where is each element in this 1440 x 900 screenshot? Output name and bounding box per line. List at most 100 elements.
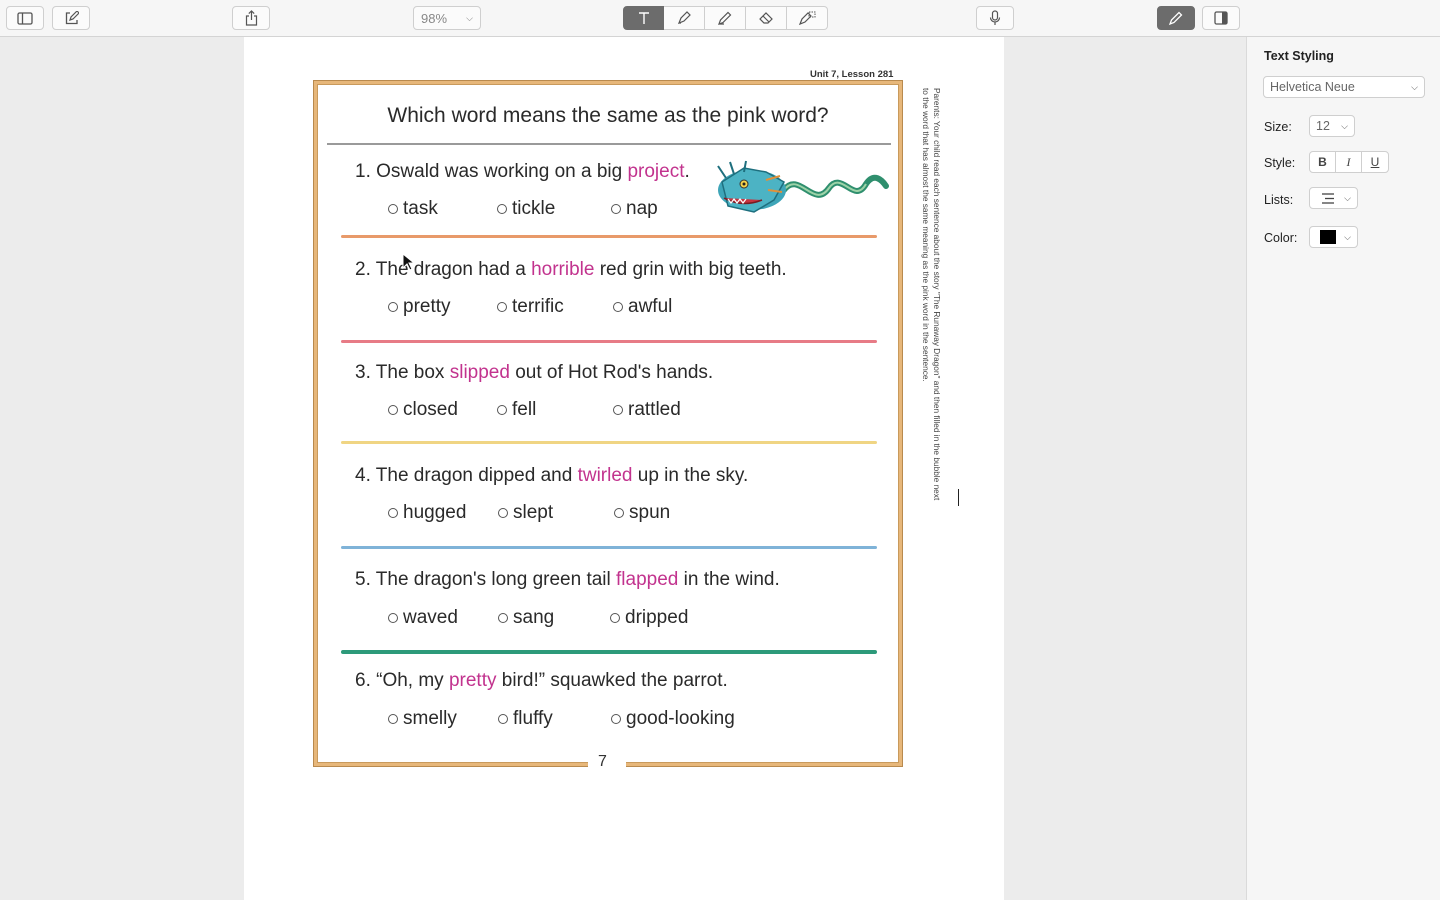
option-waved[interactable]: waved — [388, 607, 458, 629]
bubble-icon — [614, 508, 624, 518]
option-dripped[interactable]: dripped — [610, 607, 688, 629]
microphone-icon — [989, 10, 1001, 25]
bubble-icon — [498, 508, 508, 518]
pen-tool-button[interactable] — [705, 6, 746, 30]
title-divider — [327, 143, 891, 145]
zoom-select[interactable]: 98% ⌵ — [413, 6, 481, 30]
text-tool-button[interactable] — [623, 6, 664, 30]
sidebar-toggle-button[interactable] — [6, 6, 44, 30]
mouse-pointer-icon — [402, 253, 414, 271]
lasso-icon — [798, 11, 816, 26]
text-tool-icon — [638, 12, 649, 24]
chevron-down-icon: ⌵ — [1344, 192, 1351, 203]
pink-word: slipped — [449, 362, 510, 383]
option-terrific[interactable]: terrific — [497, 296, 564, 318]
toolbar: 98% ⌵ — [0, 0, 1440, 37]
option-good-looking[interactable]: good-looking — [611, 708, 735, 730]
chevron-down-icon: ⌵ — [1344, 231, 1351, 242]
question-5: 5. The dragon's long green tail flapped … — [355, 569, 780, 590]
color-select[interactable]: ⌵ — [1309, 226, 1358, 248]
bubble-icon — [498, 714, 508, 724]
option-fell[interactable]: fell — [497, 399, 536, 421]
lists-select[interactable]: ⌵ — [1309, 187, 1358, 209]
share-button[interactable] — [232, 6, 270, 30]
bubble-icon — [498, 613, 508, 623]
inspector-icon — [1214, 11, 1228, 25]
chevron-down-icon: ⌵ — [1411, 81, 1418, 92]
bubble-icon — [613, 302, 623, 312]
font-family-value: Helvetica Neue — [1270, 80, 1355, 94]
underline-button[interactable]: U — [1362, 151, 1388, 173]
chevron-down-icon: ⌵ — [466, 12, 473, 23]
dictation-button[interactable] — [976, 6, 1014, 30]
inspector-button[interactable] — [1202, 6, 1240, 30]
sidebar-toggle-icon — [17, 11, 33, 25]
color-label: Color: — [1264, 231, 1298, 245]
pink-word: project — [627, 161, 685, 182]
bubble-icon — [497, 405, 507, 415]
option-hugged[interactable]: hugged — [388, 502, 466, 524]
dragon-illustration — [717, 160, 889, 213]
font-size-value: 12 — [1316, 119, 1330, 133]
unit-label: Unit 7, Lesson 281 — [810, 69, 894, 80]
pen-icon — [717, 11, 732, 26]
bubble-icon — [388, 613, 398, 623]
option-smelly[interactable]: smelly — [388, 708, 457, 730]
pink-word: horrible — [531, 259, 595, 280]
question-3: 3. The box slipped out of Hot Rod's hand… — [355, 362, 714, 383]
font-size-select[interactable]: 12 ⌵ — [1309, 115, 1355, 137]
option-nap[interactable]: nap — [611, 198, 658, 220]
bubble-icon — [497, 302, 507, 312]
list-icon — [1322, 192, 1334, 204]
highlighter-tool-button[interactable] — [664, 6, 705, 30]
option-fluffy[interactable]: fluffy — [498, 708, 553, 730]
question-1: 1. Oswald was working on a big project. — [355, 161, 690, 182]
size-label: Size: — [1264, 120, 1292, 134]
text-styling-panel: Text Styling Helvetica Neue ⌵ Size: 12 ⌵… — [1246, 37, 1440, 900]
bubble-icon — [611, 714, 621, 724]
option-task[interactable]: task — [388, 198, 438, 220]
bubble-icon — [388, 302, 398, 312]
eraser-icon — [759, 12, 773, 24]
bold-button[interactable]: B — [1310, 151, 1337, 173]
markup-icon — [1168, 11, 1183, 26]
option-tickle[interactable]: tickle — [497, 198, 555, 220]
option-spun[interactable]: spun — [614, 502, 670, 524]
option-sang[interactable]: sang — [498, 607, 554, 629]
option-closed[interactable]: closed — [388, 399, 458, 421]
question-divider — [341, 235, 877, 238]
italic-button[interactable]: I — [1336, 151, 1363, 173]
question-divider — [341, 441, 877, 444]
question-2: 2. The dragon had a horrible red grin wi… — [355, 259, 787, 280]
option-pretty[interactable]: pretty — [388, 296, 451, 318]
eraser-tool-button[interactable] — [746, 6, 787, 30]
parent-note: Parents: Your child read each sentence a… — [921, 88, 942, 501]
question-divider — [341, 340, 877, 343]
option-slept[interactable]: slept — [498, 502, 553, 524]
bubble-icon — [388, 405, 398, 415]
compose-button[interactable] — [52, 6, 90, 30]
pink-word: twirled — [577, 465, 633, 486]
style-label: Style: — [1264, 156, 1296, 170]
panel-title: Text Styling — [1264, 49, 1334, 63]
color-swatch — [1320, 230, 1336, 244]
question-4: 4. The dragon dipped and twirled up in t… — [355, 465, 749, 486]
bubble-icon — [613, 405, 623, 415]
highlighter-icon — [677, 11, 691, 25]
zoom-value: 98% — [421, 10, 448, 26]
worksheet-title: Which word means the same as the pink wo… — [387, 104, 829, 127]
question-divider — [341, 650, 877, 654]
question-divider — [341, 546, 877, 549]
lasso-tool-button[interactable] — [787, 6, 828, 30]
compose-icon — [65, 10, 79, 24]
page-number: 7 — [598, 753, 607, 770]
option-rattled[interactable]: rattled — [613, 399, 681, 421]
share-icon — [245, 10, 257, 26]
pink-word: pretty — [448, 670, 497, 691]
option-awful[interactable]: awful — [613, 296, 672, 318]
bubble-icon — [388, 508, 398, 518]
markup-button[interactable] — [1157, 6, 1195, 30]
bubble-icon — [611, 204, 621, 214]
font-family-select[interactable]: Helvetica Neue ⌵ — [1263, 76, 1425, 98]
pink-word: flapped — [616, 569, 679, 590]
